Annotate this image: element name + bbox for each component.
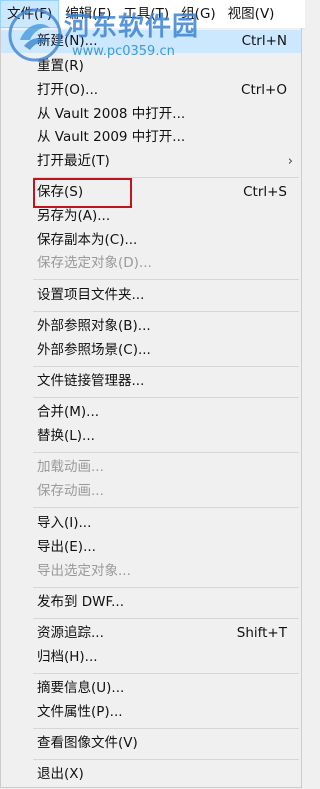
menu-item-label: 替换(L)... xyxy=(37,428,95,444)
menu-separator xyxy=(33,311,299,312)
menu-item-export[interactable]: 导出(E)... xyxy=(1,536,301,559)
menu-item-shortcut: Shift+T xyxy=(236,625,287,641)
menu-separator xyxy=(33,397,299,398)
menu-item-label: 导出(E)... xyxy=(37,539,96,555)
menu-item-label: 保存副本为(C)... xyxy=(37,232,138,248)
file-dropdown-menu: 新建(N)... Ctrl+N 重置(R) 打开(O)... Ctrl+O 从 … xyxy=(0,28,302,788)
menu-item-open[interactable]: 打开(O)... Ctrl+O xyxy=(1,79,301,102)
menu-item-summary-info[interactable]: 摘要信息(U)... xyxy=(1,677,301,700)
menu-separator xyxy=(33,279,299,280)
menu-item-save-animation[interactable]: 保存动画... xyxy=(1,480,301,503)
menu-item-export-selected[interactable]: 导出选定对象... xyxy=(1,560,301,583)
menu-item-label: 保存动画... xyxy=(37,483,104,499)
menu-item-label: 发布到 DWF... xyxy=(37,594,125,610)
menu-item-label: 文件链接管理器... xyxy=(37,373,145,389)
menu-separator xyxy=(33,587,299,588)
menu-item-label: 另存为(A)... xyxy=(37,208,111,224)
menu-item-archive[interactable]: 归档(H)... xyxy=(1,646,301,669)
menu-item-label: 归档(H)... xyxy=(37,649,98,665)
menu-item-open-vault-2009[interactable]: 从 Vault 2009 中打开... xyxy=(1,126,301,149)
menu-item-label: 导出选定对象... xyxy=(37,563,131,579)
menu-separator xyxy=(33,673,299,674)
menu-item-label: 外部参照场景(C)... xyxy=(37,342,151,358)
menu-separator xyxy=(33,759,299,760)
menu-item-label: 从 Vault 2008 中打开... xyxy=(37,106,186,122)
menu-item-shortcut: Ctrl+S xyxy=(243,184,287,200)
menu-item-label: 保存选定对象(D)... xyxy=(37,255,152,271)
menu-item-label: 合并(M)... xyxy=(37,404,100,420)
menubar-edit[interactable]: 编辑(E) xyxy=(59,0,117,28)
menu-item-label: 文件属性(P)... xyxy=(37,704,123,720)
menubar-group[interactable]: 组(G) xyxy=(175,0,222,28)
menu-item-label: 查看图像文件(V) xyxy=(37,735,138,751)
menu-item-label: 外部参照对象(B)... xyxy=(37,318,151,334)
menu-item-shortcut: Ctrl+N xyxy=(241,33,287,49)
menubar-tools[interactable]: 工具(T) xyxy=(117,0,175,28)
menu-item-reset[interactable]: 重置(R) xyxy=(1,55,301,78)
menu-item-label: 资源追踪... xyxy=(37,625,104,641)
menu-item-set-project-folder[interactable]: 设置项目文件夹... xyxy=(1,284,301,307)
menu-separator xyxy=(33,618,299,619)
menu-item-label: 导入(I)... xyxy=(37,515,92,531)
menu-separator xyxy=(33,507,299,508)
menu-item-shortcut: Ctrl+O xyxy=(241,82,287,98)
menu-item-merge[interactable]: 合并(M)... xyxy=(1,401,301,424)
menu-item-load-animation[interactable]: 加载动画... xyxy=(1,456,301,479)
menu-item-replace[interactable]: 替换(L)... xyxy=(1,425,301,448)
menu-item-file-properties[interactable]: 文件属性(P)... xyxy=(1,701,301,724)
menu-item-label: 打开最近(T) xyxy=(37,153,110,169)
menu-item-publish-dwf[interactable]: 发布到 DWF... xyxy=(1,591,301,614)
menu-item-label: 新建(N)... xyxy=(37,33,98,49)
menu-item-new[interactable]: 新建(N)... Ctrl+N xyxy=(1,30,301,53)
menu-separator xyxy=(33,366,299,367)
menu-item-label: 摘要信息(U)... xyxy=(37,680,125,696)
menu-item-xref-scene[interactable]: 外部参照场景(C)... xyxy=(1,339,301,362)
menu-item-asset-tracking[interactable]: 资源追踪... Shift+T xyxy=(1,622,301,645)
chevron-right-icon: › xyxy=(287,154,293,169)
menubar-file[interactable]: 文件(F) xyxy=(0,0,60,28)
save-highlight-box xyxy=(33,178,132,208)
menu-item-import[interactable]: 导入(I)... xyxy=(1,512,301,535)
menu-item-view-image-file[interactable]: 查看图像文件(V) xyxy=(1,732,301,755)
menu-item-label: 从 Vault 2009 中打开... xyxy=(37,129,186,145)
menu-separator xyxy=(33,452,299,453)
menu-item-label: 打开(O)... xyxy=(37,82,99,98)
menubar-view[interactable]: 视图(V) xyxy=(222,0,281,28)
menu-item-save-selected[interactable]: 保存选定对象(D)... xyxy=(1,252,301,275)
menu-item-label: 重置(R) xyxy=(37,58,84,74)
menu-separator xyxy=(33,728,299,729)
menu-item-label: 加载动画... xyxy=(37,459,104,475)
menu-item-save-as[interactable]: 另存为(A)... xyxy=(1,205,301,228)
menu-bar: 文件(F) 编辑(E) 工具(T) 组(G) 视图(V) xyxy=(0,0,305,29)
menu-item-open-recent[interactable]: 打开最近(T) › xyxy=(1,150,301,173)
menu-item-xref-objects[interactable]: 外部参照对象(B)... xyxy=(1,315,301,338)
menu-item-save-copy-as[interactable]: 保存副本为(C)... xyxy=(1,229,301,252)
menu-item-exit[interactable]: 退出(X) xyxy=(1,763,301,786)
app-window: 文件(F) 编辑(E) 工具(T) 组(G) 视图(V) 新建(N)... Ct… xyxy=(0,0,305,789)
menu-item-open-vault-2008[interactable]: 从 Vault 2008 中打开... xyxy=(1,103,301,126)
menu-item-file-link-manager[interactable]: 文件链接管理器... xyxy=(1,370,301,393)
menu-item-label: 设置项目文件夹... xyxy=(37,287,145,303)
menu-item-label: 退出(X) xyxy=(37,766,84,782)
